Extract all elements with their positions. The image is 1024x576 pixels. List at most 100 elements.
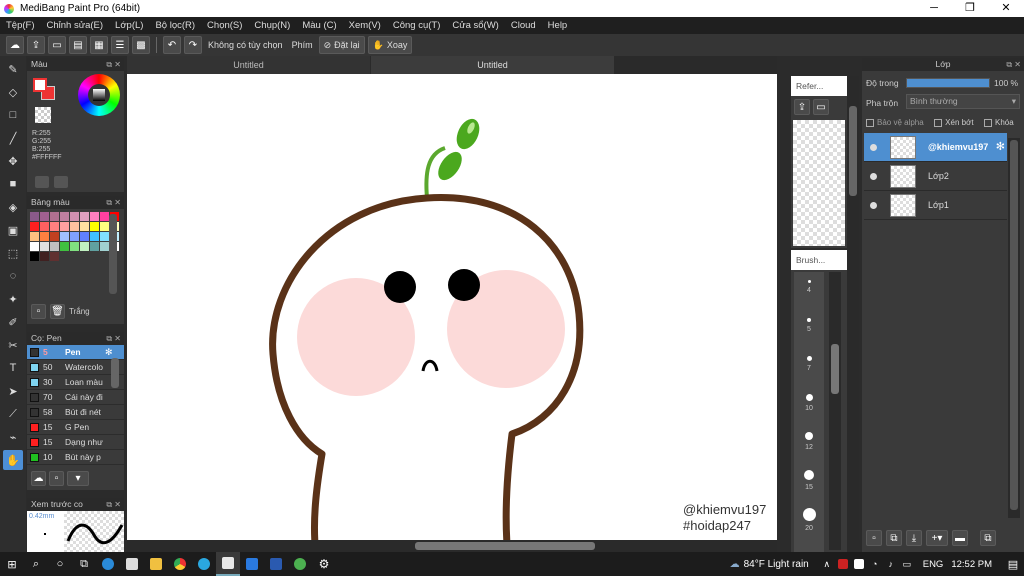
language-indicator[interactable]: ENG [923, 559, 944, 570]
brush-size-option[interactable]: 10 [794, 386, 824, 424]
browser-icon[interactable] [288, 552, 312, 576]
panel-close-icon[interactable]: ⧉ ✕ [106, 58, 121, 71]
select-tool-icon[interactable]: ⬚ [3, 243, 23, 263]
palette-swatch[interactable] [50, 222, 59, 231]
store-icon[interactable] [120, 552, 144, 576]
palette-swatch[interactable] [90, 232, 99, 241]
menu-cloud[interactable]: Cloud [505, 20, 542, 31]
eyedropper-tool-icon[interactable]: ⌁ [3, 427, 23, 447]
tab-untitled-2[interactable]: Untitled [371, 56, 614, 74]
redo-icon[interactable]: ↷ [184, 36, 202, 54]
clipping-checkbox[interactable] [934, 118, 943, 127]
undo-icon[interactable]: ↶ [163, 36, 181, 54]
primary-color-swatch[interactable] [33, 78, 47, 92]
rotate-button[interactable]: ✋ Xoay [367, 36, 413, 54]
palette-swatch[interactable] [70, 232, 79, 241]
palette-swatch[interactable] [60, 242, 69, 251]
layer-settings-icon[interactable]: ⧉ [980, 530, 996, 546]
fill-rect-tool-icon[interactable]: ■ [3, 174, 23, 194]
color-wheel[interactable] [78, 74, 120, 116]
palette-swatch[interactable] [40, 252, 49, 261]
select-eraser-icon[interactable]: ✂ [3, 335, 23, 355]
settings-icon[interactable]: ⚙ [312, 552, 336, 576]
share-icon[interactable]: ⇪ [27, 36, 45, 54]
notification-icon[interactable]: ▤ [1002, 552, 1024, 576]
palette-swatch[interactable] [60, 232, 69, 241]
layer-row[interactable]: Lớp1 [864, 191, 1007, 220]
eye-icon[interactable] [870, 202, 877, 209]
battery-icon[interactable]: ▭ [899, 552, 915, 576]
brush-size-option[interactable]: 20 [794, 500, 824, 538]
layer-row[interactable]: Lớp2 [864, 162, 1007, 191]
palette-swatch[interactable] [50, 242, 59, 251]
palette-swatch[interactable] [90, 222, 99, 231]
palette-swatch[interactable] [100, 222, 109, 231]
divide-tool-icon[interactable]: ⟋ [3, 404, 23, 424]
palette-swatch[interactable] [30, 212, 39, 221]
medibang-icon[interactable] [216, 552, 240, 576]
palette-swatch[interactable] [100, 232, 109, 241]
palette-swatch[interactable] [40, 232, 49, 241]
menu-filter[interactable]: Bộ lọc(R) [149, 20, 201, 31]
explorer-icon[interactable] [144, 552, 168, 576]
bucket-tool-icon[interactable]: ◈ [3, 197, 23, 217]
palette-swatch[interactable] [30, 242, 39, 251]
chrome-icon[interactable] [168, 552, 192, 576]
cloud-brush-icon[interactable]: ☁ [31, 471, 46, 486]
menu-layer[interactable]: Lớp(L) [109, 20, 149, 31]
menu-edit[interactable]: Chỉnh sửa(E) [41, 20, 110, 31]
trash-icon[interactable]: 🗑 [50, 304, 65, 319]
palette-swatch[interactable] [50, 212, 59, 221]
rectangle-tool-icon[interactable]: □ [3, 105, 23, 125]
select-pen-icon[interactable]: ✐ [3, 312, 23, 332]
horizontal-scrollbar[interactable] [127, 540, 777, 552]
eraser-tool-icon[interactable]: ◇ [3, 82, 23, 102]
palette-swatch[interactable] [50, 252, 59, 261]
menu-file[interactable]: Tệp(F) [0, 20, 41, 31]
operation-tool-icon[interactable]: ➤ [3, 381, 23, 401]
duplicate-layer-icon[interactable]: ⧉ [886, 530, 902, 546]
menu-color[interactable]: Màu (C) [296, 20, 342, 31]
brush-item[interactable]: 5 Pen ✻ [27, 345, 124, 360]
palette-swatch[interactable] [100, 242, 109, 251]
windows-start-icon[interactable]: ⊞ [0, 552, 24, 576]
blend-mode-select[interactable]: Bình thường ▾ [906, 94, 1020, 109]
brush-item[interactable]: 15 Dạng như [27, 435, 124, 450]
panel-close-icon[interactable]: ⧉ ✕ [106, 332, 121, 345]
palette-swatch[interactable] [40, 212, 49, 221]
brush-size-option[interactable]: 5 [794, 310, 824, 348]
lasso-tool-icon[interactable]: ◌ [3, 266, 23, 286]
menu-window[interactable]: Cửa sổ(W) [446, 20, 504, 31]
panel-close-icon[interactable]: ⧉ ✕ [1006, 58, 1021, 71]
tray-app-icon-1[interactable] [835, 552, 851, 576]
text-tool-icon[interactable]: T [3, 358, 23, 378]
transparent-swatch[interactable] [35, 107, 51, 123]
brush-scrollbar[interactable] [111, 358, 119, 388]
brush-size-option[interactable]: 4 [794, 272, 824, 310]
palette-swatch[interactable] [60, 212, 69, 221]
clock[interactable]: 12:52 PM [951, 559, 992, 570]
color-picker-button[interactable] [54, 176, 68, 188]
tray-app-icon-2[interactable] [851, 552, 867, 576]
color-mode-button[interactable] [35, 176, 49, 188]
menu-view[interactable]: Xem(V) [343, 20, 387, 31]
palette-scrollbar[interactable] [109, 214, 117, 294]
brush-size-scrollbar[interactable] [829, 272, 841, 550]
layer-row[interactable]: @khiemvu197 ✻ [864, 133, 1007, 162]
eye-icon[interactable] [870, 144, 877, 151]
menu-select[interactable]: Chọn(S) [201, 20, 248, 31]
palette-swatch[interactable] [70, 242, 79, 251]
close-button[interactable]: ✕ [988, 0, 1024, 17]
task-view-icon[interactable]: ⧉ [72, 552, 96, 576]
palette-swatch[interactable] [90, 242, 99, 251]
palette-swatch[interactable] [100, 212, 109, 221]
palette-swatch[interactable] [80, 222, 89, 231]
brush-size-option[interactable]: 15 [794, 462, 824, 500]
zalo-icon[interactable] [240, 552, 264, 576]
wifi-icon[interactable]: ◔ [867, 552, 883, 576]
palette-swatch[interactable] [70, 222, 79, 231]
chat-icon[interactable]: ▤ [69, 36, 87, 54]
palette-swatch[interactable] [60, 222, 69, 231]
skype-icon[interactable] [192, 552, 216, 576]
lock-checkbox[interactable] [984, 118, 993, 127]
